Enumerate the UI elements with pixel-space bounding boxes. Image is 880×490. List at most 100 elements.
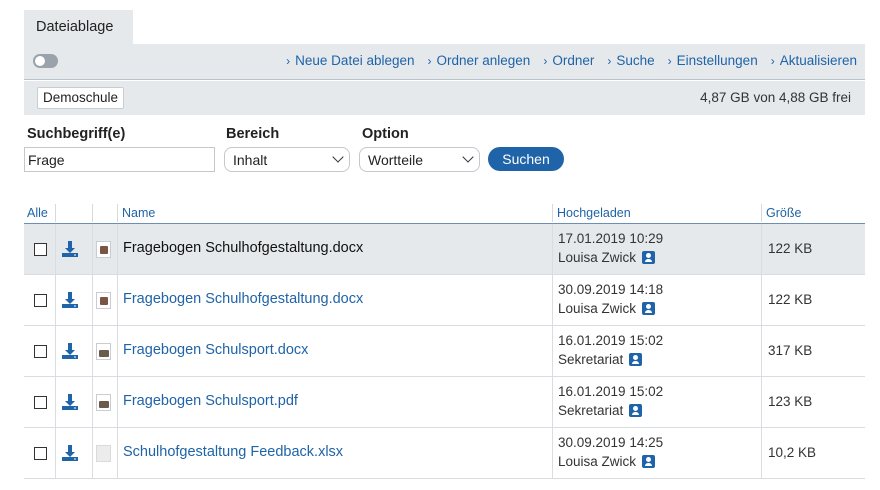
- file-thumbnail: [96, 343, 111, 360]
- upload-date: 17.01.2019 10:29: [558, 231, 664, 246]
- area-label: Bereich: [226, 126, 280, 142]
- download-icon[interactable]: [61, 240, 79, 258]
- download-icon[interactable]: [61, 393, 79, 411]
- toggle-knob: [35, 56, 45, 66]
- row-checkbox[interactable]: [34, 345, 47, 358]
- table-row[interactable]: Fragebogen Schulhofgestaltung.docx 17.01…: [24, 224, 865, 275]
- new-file-label: Neue Datei ablegen: [295, 53, 415, 68]
- size-column-header[interactable]: Größe: [761, 204, 801, 222]
- thumbnail-image: [99, 401, 109, 408]
- uploader-name: Sekretariat: [558, 403, 624, 418]
- search-label: Suche: [616, 53, 655, 68]
- file-thumbnail: [96, 292, 111, 309]
- option-select[interactable]: Wortteile: [359, 147, 480, 172]
- create-folder-link[interactable]: › Ordner anlegen: [428, 53, 531, 68]
- toolbar-actions: › Neue Datei ablegen › Ordner anlegen › Ord…: [286, 53, 857, 68]
- uploader-name: Louisa Zwick: [558, 454, 637, 469]
- new-file-link[interactable]: › Neue Datei ablegen: [286, 53, 414, 68]
- file-thumbnail: [96, 241, 111, 258]
- uploader: Louisa Zwick: [558, 301, 656, 316]
- search-input[interactable]: Frage: [24, 147, 215, 172]
- refresh-label: Aktualisieren: [779, 53, 857, 68]
- column-divider: [55, 428, 56, 478]
- settings-label: Einstellungen: [676, 53, 758, 68]
- chevron-right-icon: ›: [543, 54, 548, 68]
- chevron-right-icon: ›: [607, 54, 612, 68]
- column-divider: [761, 275, 762, 325]
- column-divider: [117, 428, 118, 478]
- file-size: 123 KB: [768, 394, 813, 409]
- area-select[interactable]: Inhalt: [224, 147, 350, 172]
- user-profile-icon[interactable]: [642, 302, 656, 315]
- uploader-name: Louisa Zwick: [558, 301, 637, 316]
- download-icon[interactable]: [61, 444, 79, 462]
- file-name[interactable]: Fragebogen Schulsport.pdf: [123, 393, 298, 409]
- column-divider: [92, 377, 93, 427]
- row-checkbox[interactable]: [34, 243, 47, 256]
- uploader: Sekretariat: [558, 403, 643, 418]
- download-icon[interactable]: [61, 291, 79, 309]
- thumbnail-image: [99, 350, 109, 357]
- uploader: Louisa Zwick: [558, 250, 656, 265]
- search-button[interactable]: Suchen: [488, 147, 564, 171]
- toggle-switch[interactable]: [33, 54, 58, 68]
- uploader: Louisa Zwick: [558, 454, 656, 469]
- column-divider: [92, 326, 93, 376]
- file-size: 122 KB: [768, 241, 813, 256]
- upload-date: 30.09.2019 14:18: [558, 282, 664, 297]
- file-name[interactable]: Fragebogen Schulhofgestaltung.docx: [123, 240, 363, 256]
- column-divider: [117, 224, 118, 274]
- thumbnail-image: [100, 297, 108, 305]
- school-badge[interactable]: Demoschule: [37, 87, 125, 109]
- refresh-link[interactable]: › Aktualisieren: [771, 53, 857, 68]
- column-divider: [117, 326, 118, 376]
- row-checkbox[interactable]: [34, 294, 47, 307]
- table-row[interactable]: Schulhofgestaltung Feedback.xlsx 30.09.2…: [24, 428, 865, 479]
- row-checkbox[interactable]: [34, 447, 47, 460]
- settings-link[interactable]: › Einstellungen: [668, 53, 758, 68]
- table-row[interactable]: Fragebogen Schulhofgestaltung.docx 30.09…: [24, 275, 865, 326]
- column-divider: [117, 275, 118, 325]
- column-divider: [761, 428, 762, 478]
- area-select-value: Inhalt: [233, 152, 268, 168]
- row-checkbox[interactable]: [34, 396, 47, 409]
- upload-date: 16.01.2019 15:02: [558, 384, 664, 399]
- user-profile-icon[interactable]: [629, 353, 643, 366]
- uploaded-column-header[interactable]: Hochgeladen: [552, 204, 631, 222]
- upload-date: 16.01.2019 15:02: [558, 333, 664, 348]
- file-thumbnail: [96, 394, 111, 411]
- file-thumbnail: [96, 445, 111, 462]
- download-icon[interactable]: [61, 342, 79, 360]
- file-size: 317 KB: [768, 343, 813, 358]
- user-profile-icon[interactable]: [642, 455, 656, 468]
- storage-quota: 4,87 GB von 4,88 GB frei: [700, 90, 851, 105]
- column-divider: [552, 224, 553, 274]
- column-divider: [552, 428, 553, 478]
- upload-date: 30.09.2019 14:25: [558, 435, 664, 450]
- column-divider: [552, 275, 553, 325]
- storage-bar: Demoschule 4,87 GB von 4,88 GB frei: [24, 81, 865, 115]
- file-name[interactable]: Schulhofgestaltung Feedback.xlsx: [123, 444, 343, 460]
- table-row[interactable]: Fragebogen Schulsport.pdf 16.01.2019 15:…: [24, 377, 865, 428]
- column-divider: [55, 275, 56, 325]
- column-divider: [55, 377, 56, 427]
- tab-dateiablage[interactable]: Dateiablage: [24, 10, 133, 44]
- uploader-name: Louisa Zwick: [558, 250, 637, 265]
- user-profile-icon[interactable]: [629, 404, 643, 417]
- file-name[interactable]: Fragebogen Schulhofgestaltung.docx: [123, 291, 363, 307]
- column-divider: [761, 377, 762, 427]
- column-divider: [552, 377, 553, 427]
- name-column-header[interactable]: Name: [117, 204, 155, 222]
- search-link[interactable]: › Suche: [607, 53, 654, 68]
- column-divider: [761, 224, 762, 274]
- file-size: 10,2 KB: [768, 445, 817, 460]
- folder-link[interactable]: › Ordner: [543, 53, 594, 68]
- table-row[interactable]: Fragebogen Schulsport.docx 16.01.2019 15…: [24, 326, 865, 377]
- file-name[interactable]: Fragebogen Schulsport.docx: [123, 342, 308, 358]
- option-select-value: Wortteile: [368, 152, 423, 168]
- user-profile-icon[interactable]: [642, 251, 656, 264]
- select-all-link[interactable]: Alle: [27, 206, 48, 220]
- column-divider: [55, 326, 56, 376]
- chevron-down-icon: [332, 151, 344, 163]
- column-divider: [92, 275, 93, 325]
